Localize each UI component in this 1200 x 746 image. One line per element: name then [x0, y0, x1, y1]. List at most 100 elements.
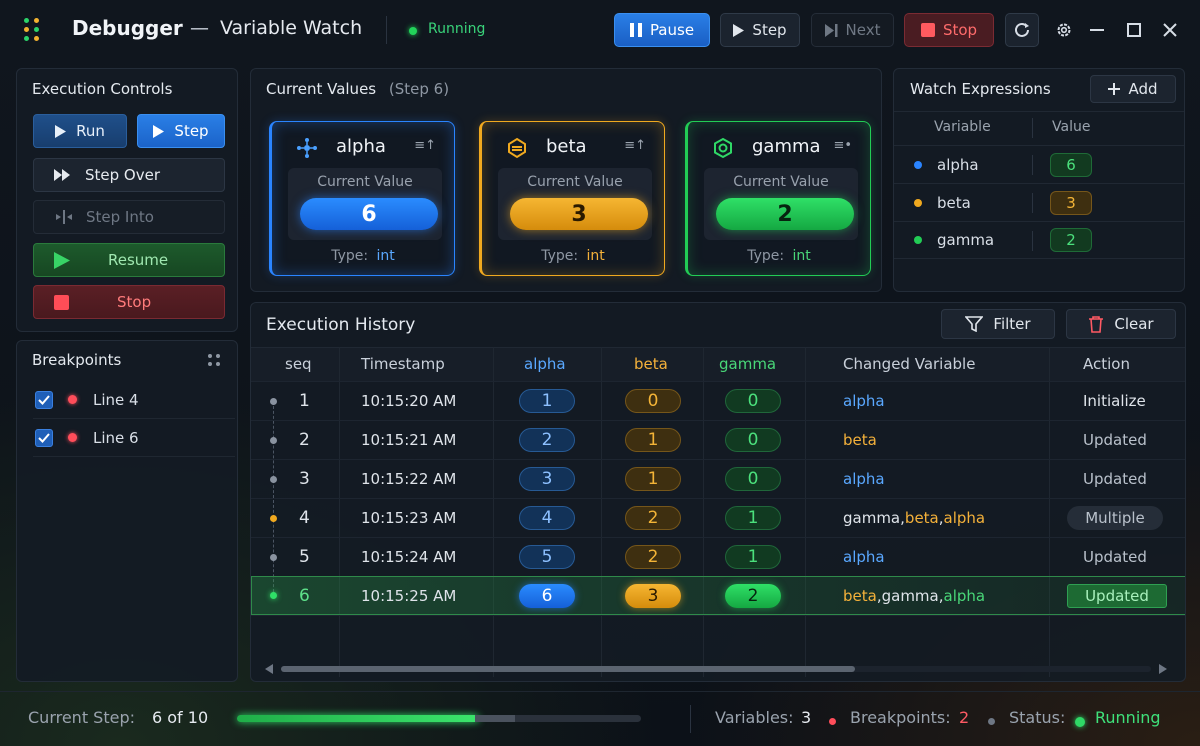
breakpoint-status-dot-icon [829, 718, 836, 725]
breakpoints-panel: Breakpoints Line 4 Line 6 [16, 340, 238, 682]
card-menu-icon[interactable]: ≡↑ [624, 138, 646, 153]
action-badge: Updated [1067, 584, 1167, 608]
table-row[interactable]: 2 10:15:21 AM 2 1 0 beta Updated [251, 420, 1185, 459]
alpha-cell: 1 [519, 389, 575, 413]
beta-type: int [586, 248, 605, 264]
watch-variable-name: gamma [937, 231, 995, 249]
current-value-label: Current Value [527, 174, 623, 190]
alpha-cell: 5 [519, 545, 575, 569]
scrollbar-thumb[interactable] [281, 666, 855, 672]
beta-header: beta [634, 355, 668, 373]
stop-control-label: Stop [117, 293, 152, 311]
stop-button[interactable]: Stop [904, 13, 994, 47]
gear-icon [1057, 23, 1071, 37]
alpha-cell: 6 [519, 584, 575, 608]
step-progress-bar [237, 715, 641, 722]
gamma-dot-icon [914, 236, 922, 244]
divider [386, 16, 387, 44]
card-menu-icon[interactable]: ≡↑ [414, 138, 436, 153]
pause-icon [629, 23, 642, 37]
watch-value: 2 [1050, 228, 1092, 252]
step-over-button[interactable]: Step Over [33, 158, 225, 192]
type-info: Type: int [747, 248, 811, 264]
card-menu-icon[interactable]: ≡• [833, 138, 852, 153]
watch-variable-name: beta [937, 193, 971, 212]
alpha-dot-icon [914, 160, 922, 169]
breakpoint-dot-icon [68, 395, 77, 404]
execution-controls-title: Execution Controls [32, 80, 173, 98]
layers-icon [508, 137, 526, 159]
refresh-button[interactable] [1005, 13, 1039, 47]
settings-button[interactable] [1047, 13, 1081, 47]
table-row[interactable]: 4 10:15:23 AM 4 2 1 gamma, beta, alpha M… [251, 498, 1185, 537]
step-into-label: Step Into [86, 208, 154, 226]
maximize-icon [1127, 23, 1141, 37]
alpha-cell: 4 [519, 506, 575, 530]
breakpoint-label: Line 4 [93, 390, 139, 409]
stop-control-button[interactable]: Stop [33, 285, 225, 319]
watch-row[interactable]: alpha 6 [894, 145, 1184, 183]
filter-button[interactable]: Filter [941, 309, 1055, 339]
timeline-dot-icon [270, 476, 277, 483]
step-progress-buffer [475, 715, 515, 722]
scroll-left-icon[interactable] [265, 664, 273, 674]
next-button[interactable]: Next [811, 13, 894, 47]
step-into-button[interactable]: Step Into [33, 200, 225, 234]
watch-value: 6 [1050, 152, 1092, 177]
beta-cell: 1 [625, 467, 681, 491]
breakpoint-item[interactable]: Line 6 [33, 419, 235, 457]
app-title: Debugger [72, 16, 183, 40]
step-button[interactable]: Step [720, 13, 800, 47]
table-row[interactable]: 3 10:15:22 AM 3 1 0 alpha Updated [251, 459, 1185, 498]
breakpoint-item[interactable]: Line 4 [33, 381, 235, 419]
resume-button[interactable]: Resume [33, 243, 225, 277]
breakpoint-dot-icon [68, 433, 77, 442]
seq-header: seq [285, 355, 312, 373]
current-step-value: 6 of 10 [152, 708, 209, 727]
add-watch-button[interactable]: Add [1090, 75, 1176, 103]
watch-row[interactable]: beta 3 [894, 183, 1184, 221]
pause-button[interactable]: Pause [614, 13, 710, 47]
horizontal-scrollbar[interactable] [261, 663, 1173, 675]
watch-row[interactable]: gamma 2 [894, 221, 1184, 259]
current-table-row[interactable]: 6 10:15:25 AM 6 3 2 beta, gamma, alpha U… [251, 576, 1185, 615]
gamma-card-name: gamma [752, 136, 821, 157]
watch-header: Variable Value [894, 111, 1184, 143]
beta-card-name: beta [546, 136, 587, 157]
status-bar: Current Step: 6 of 10 Variables: 3 Break… [0, 691, 1200, 746]
clear-label: Clear [1114, 315, 1154, 333]
maximize-button[interactable] [1117, 13, 1151, 47]
breakpoint-label: Line 6 [93, 428, 139, 447]
step-note: (Step 6) [388, 80, 450, 98]
gamma-current-value: 2 [716, 198, 854, 230]
timestamp-cell: 10:15:22 AM [361, 470, 457, 488]
running-status: Running [428, 21, 486, 37]
close-button[interactable] [1153, 13, 1187, 47]
seq-cell: 4 [299, 508, 310, 528]
type-info: Type: int [541, 248, 605, 264]
action-cell: Updated [1083, 431, 1147, 449]
breakpoint-checkbox[interactable] [35, 390, 53, 409]
clear-button[interactable]: Clear [1066, 309, 1176, 339]
action-badge: Multiple [1067, 506, 1163, 530]
current-value-label: Current Value [317, 174, 413, 190]
table-row[interactable]: 5 10:15:24 AM 5 2 1 alpha Updated [251, 537, 1185, 576]
app-menu-icon[interactable] [24, 18, 46, 42]
timeline-dot-icon [270, 515, 277, 522]
gamma-cell: 0 [725, 389, 781, 413]
empty-row [251, 615, 1185, 659]
minimize-button[interactable] [1080, 13, 1114, 47]
watch-title: Watch Expressions [910, 80, 1051, 98]
status-value: Running [1095, 708, 1161, 727]
gamma-cell: 2 [725, 584, 781, 608]
scroll-right-icon[interactable] [1159, 664, 1167, 674]
hexagon-icon [714, 137, 732, 159]
table-row[interactable]: 1 10:15:20 AM 1 0 0 alpha Initialize [251, 381, 1185, 420]
run-button[interactable]: Run [33, 114, 127, 148]
breakpoint-checkbox[interactable] [35, 428, 53, 447]
current-values-panel: Current Values (Step 6) alpha ≡↑ Current… [250, 68, 882, 292]
next-label: Next [845, 21, 881, 39]
breakpoint-settings-icon[interactable] [207, 353, 223, 367]
step-control-button[interactable]: Step [137, 114, 225, 148]
seq-cell: 2 [299, 430, 310, 450]
